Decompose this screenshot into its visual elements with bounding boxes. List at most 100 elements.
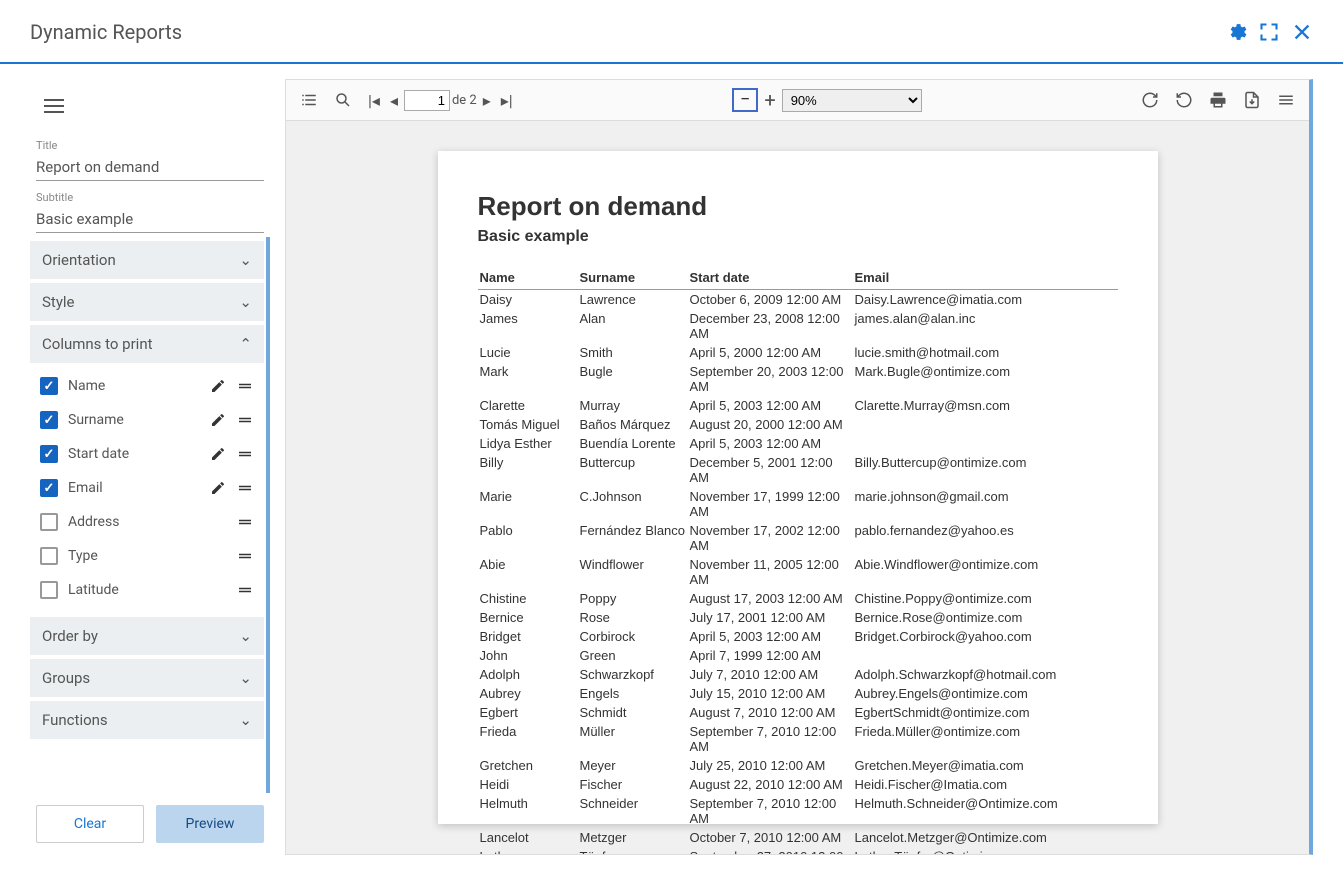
report-subtitle: Basic example [478, 228, 1118, 246]
table-row: JamesAlanDecember 23, 2008 12:00 AMjames… [478, 309, 1118, 343]
clear-button[interactable]: Clear [36, 805, 144, 843]
table-cell: Lucie [478, 343, 578, 362]
table-cell: Bridget.Corbirock@yahoo.com [853, 627, 1118, 646]
pencil-icon[interactable] [210, 480, 226, 496]
table-cell: Rose [578, 608, 688, 627]
menu-icon[interactable] [30, 91, 270, 121]
export-icon[interactable] [1239, 89, 1265, 111]
table-row: ClaretteMurrayApril 5, 2003 12:00 AMClar… [478, 396, 1118, 415]
zoom-in-button[interactable]: + [760, 86, 779, 114]
table-row: BillyButtercupDecember 5, 2001 12:00 AMB… [478, 453, 1118, 487]
prev-page-icon[interactable]: ◂ [386, 89, 402, 112]
column-row: Email [30, 471, 264, 505]
zoom-controls: − + 90% [732, 86, 922, 114]
table-cell: Daisy [478, 290, 578, 310]
panel-columns[interactable]: Columns to print ⌃ [30, 325, 264, 363]
zoom-select[interactable]: 90% [782, 89, 922, 112]
column-row: Surname [30, 403, 264, 437]
search-icon[interactable] [330, 89, 356, 111]
close-icon[interactable] [1291, 21, 1313, 43]
table-cell: EgbertSchmidt@ontimize.com [853, 703, 1118, 722]
drag-handle-icon[interactable] [236, 479, 254, 497]
drag-handle-icon[interactable] [236, 513, 254, 531]
column-label: Address [68, 514, 226, 530]
preview-area[interactable]: Report on demand Basic example NameSurna… [286, 121, 1309, 854]
page-input[interactable] [404, 90, 450, 111]
table-cell: james.alan@alan.inc [853, 309, 1118, 343]
rotate-cw-icon[interactable] [1137, 89, 1163, 111]
column-checkbox[interactable] [40, 411, 58, 429]
panel-orderby[interactable]: Order by ⌄ [30, 617, 264, 655]
gear-icon[interactable] [1225, 21, 1247, 43]
table-cell: December 5, 2001 12:00 AM [688, 453, 853, 487]
drag-handle-icon[interactable] [236, 547, 254, 565]
pencil-icon[interactable] [210, 378, 226, 394]
column-label: Surname [68, 412, 200, 428]
title-input[interactable] [36, 154, 264, 181]
first-page-icon[interactable]: |◂ [364, 89, 384, 112]
table-cell: July 15, 2010 12:00 AM [688, 684, 853, 703]
table-cell: Frieda.Müller@ontimize.com [853, 722, 1118, 756]
column-row: Name [30, 369, 264, 403]
column-checkbox[interactable] [40, 547, 58, 565]
table-cell: John [478, 646, 578, 665]
drag-handle-icon[interactable] [236, 411, 254, 429]
zoom-out-button[interactable]: − [732, 88, 758, 112]
last-page-icon[interactable]: ▸| [497, 89, 517, 112]
table-cell: September 7, 2010 12:00 AM [688, 794, 853, 828]
table-cell: Billy [478, 453, 578, 487]
column-label: Start date [68, 446, 200, 462]
table-cell: Clarette.Murray@msn.com [853, 396, 1118, 415]
table-cell: Tomás Miguel [478, 415, 578, 434]
table-row: MarieC.JohnsonNovember 17, 1999 12:00 AM… [478, 487, 1118, 521]
table-cell: Marie [478, 487, 578, 521]
preview-button[interactable]: Preview [156, 805, 264, 843]
panel-groups[interactable]: Groups ⌄ [30, 659, 264, 697]
table-cell: November 17, 1999 12:00 AM [688, 487, 853, 521]
column-checkbox[interactable] [40, 479, 58, 497]
table-cell: Lawrence [578, 290, 688, 310]
column-checkbox[interactable] [40, 377, 58, 395]
drag-handle-icon[interactable] [236, 377, 254, 395]
panel-orientation[interactable]: Orientation ⌄ [30, 241, 264, 279]
rotate-ccw-icon[interactable] [1171, 89, 1197, 111]
table-row: JohnGreenApril 7, 1999 12:00 AM [478, 646, 1118, 665]
table-cell: Egbert [478, 703, 578, 722]
table-cell: marie.johnson@gmail.com [853, 487, 1118, 521]
column-checkbox[interactable] [40, 445, 58, 463]
panel-functions[interactable]: Functions ⌄ [30, 701, 264, 739]
table-cell: Fernández Blanco [578, 521, 688, 555]
table-cell: Schmidt [578, 703, 688, 722]
drag-handle-icon[interactable] [236, 445, 254, 463]
table-cell: Green [578, 646, 688, 665]
print-icon[interactable] [1205, 89, 1231, 111]
table-cell: October 6, 2009 12:00 AM [688, 290, 853, 310]
toc-icon[interactable] [296, 89, 322, 111]
column-label: Latitude [68, 582, 226, 598]
table-cell: Töpfer [578, 847, 688, 854]
report-title: Report on demand [478, 191, 1118, 222]
column-checkbox[interactable] [40, 513, 58, 531]
next-page-icon[interactable]: ▸ [479, 89, 495, 112]
more-menu-icon[interactable] [1273, 89, 1299, 111]
subtitle-input[interactable] [36, 206, 264, 233]
drag-handle-icon[interactable] [236, 581, 254, 599]
table-cell: Metzger [578, 828, 688, 847]
fullscreen-icon[interactable] [1259, 21, 1279, 43]
table-cell: October 7, 2010 12:00 AM [688, 828, 853, 847]
pencil-icon[interactable] [210, 412, 226, 428]
table-row: Tomás MiguelBaños MárquezAugust 20, 2000… [478, 415, 1118, 434]
subtitle-label: Subtitle [36, 191, 264, 204]
dialog-header: Dynamic Reports [0, 0, 1343, 64]
table-header-cell: Start date [688, 266, 853, 290]
table-cell: April 5, 2003 12:00 AM [688, 434, 853, 453]
panel-style[interactable]: Style ⌄ [30, 283, 264, 321]
column-checkbox[interactable] [40, 581, 58, 599]
table-row: Lidya EstherBuendía LorenteApril 5, 2003… [478, 434, 1118, 453]
pencil-icon[interactable] [210, 446, 226, 462]
table-cell: Murray [578, 396, 688, 415]
table-cell: Mark.Bugle@ontimize.com [853, 362, 1118, 396]
table-cell: Schneider [578, 794, 688, 828]
title-field-wrapper: Title [30, 133, 270, 185]
table-cell [853, 434, 1118, 453]
